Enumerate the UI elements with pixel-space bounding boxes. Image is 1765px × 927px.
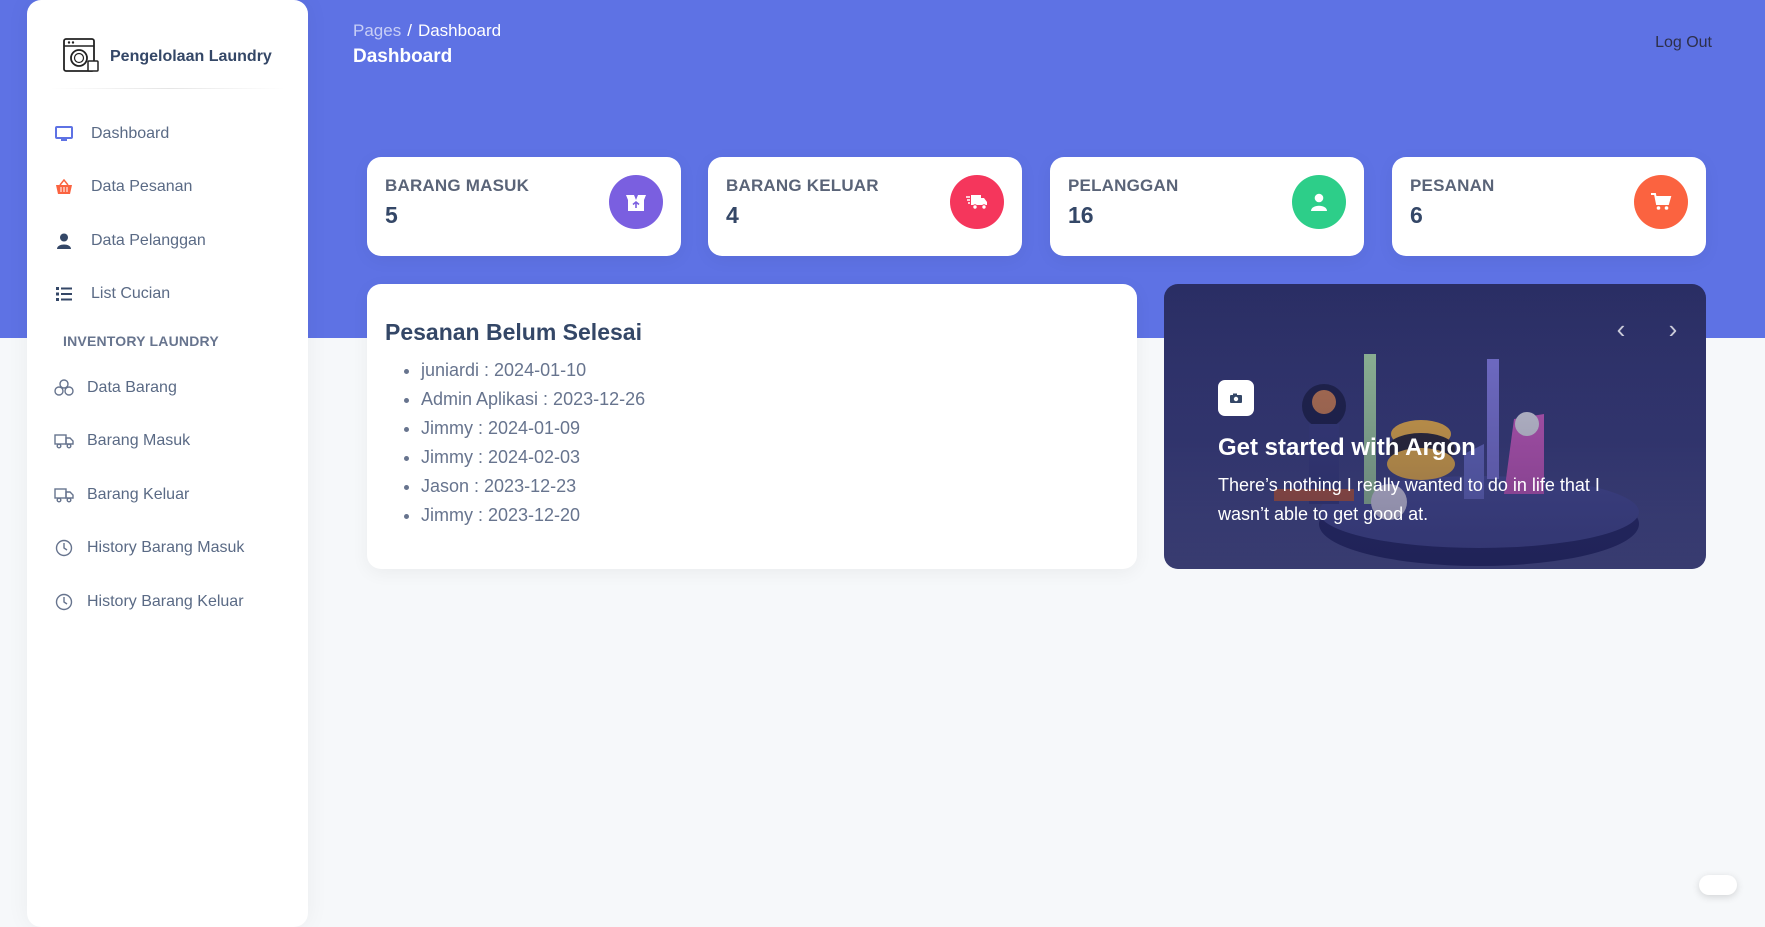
list-item: Jimmy : 2024-01-09 <box>421 414 1119 443</box>
breadcrumb-separator: / <box>407 21 412 40</box>
monitor-icon <box>53 123 75 145</box>
list-item: juniardi : 2024-01-10 <box>421 356 1119 385</box>
cart-icon <box>1634 175 1688 229</box>
box-open-icon <box>609 175 663 229</box>
carousel-prev-button[interactable]: ‹ <box>1606 314 1636 344</box>
user-icon <box>53 230 75 252</box>
stat-card-barang-keluar: BARANG KELUAR 4 <box>708 157 1022 256</box>
breadcrumb: Pages / Dashboard <box>353 21 501 41</box>
pending-orders-title: Pesanan Belum Selesai <box>385 319 642 345</box>
sidebar-item-barang-masuk[interactable]: Barang Masuk <box>27 415 308 469</box>
list-icon <box>53 283 75 305</box>
brand-title: Pengelolaan Laundry <box>110 48 272 65</box>
list-item: Admin Aplikasi : 2023-12-26 <box>421 385 1119 414</box>
floating-toggle-button[interactable] <box>1699 875 1737 895</box>
sidebar-item-label: Barang Masuk <box>87 432 191 450</box>
sidebar-inventory-nav: Data Barang Barang Masuk Barang Keluar H… <box>27 361 308 629</box>
brand[interactable]: Pengelolaan Laundry <box>27 0 308 88</box>
sidebar-item-label: Data Pelanggan <box>91 231 206 249</box>
sidebar-item-label: History Barang Keluar <box>87 592 244 610</box>
carousel-next-button[interactable]: › <box>1658 314 1688 344</box>
sidebar-item-label: Barang Keluar <box>87 485 190 503</box>
sidebar: Pengelolaan Laundry Dashboard Data Pesan… <box>27 0 308 927</box>
carousel-text: There’s nothing I really wanted to do in… <box>1218 475 1600 524</box>
basket-icon <box>53 176 75 198</box>
delivery-truck-icon <box>950 175 1004 229</box>
page-title: Dashboard <box>353 46 453 67</box>
clock-icon <box>53 591 75 613</box>
sidebar-nav: Dashboard Data Pesanan Data Pelanggan Li… <box>27 89 308 321</box>
sidebar-item-history-barang-masuk[interactable]: History Barang Masuk <box>27 522 308 576</box>
stat-card-barang-masuk: BARANG MASUK 5 <box>367 157 681 256</box>
clock-icon <box>53 537 75 559</box>
logout-link[interactable]: Log Out <box>1655 34 1712 52</box>
washing-machine-icon <box>62 37 100 78</box>
sidebar-section-title: INVENTORY LAUNDRY <box>63 333 219 349</box>
stat-card-pesanan: PESANAN 6 <box>1392 157 1706 256</box>
list-item: Jimmy : 2023-12-20 <box>421 501 1119 530</box>
sidebar-item-label: Data Pesanan <box>91 178 193 196</box>
sidebar-item-data-pesanan[interactable]: Data Pesanan <box>27 161 308 215</box>
carousel-title: Get started with Argon <box>1218 434 1476 461</box>
pending-orders-list: juniardi : 2024-01-10 Admin Aplikasi : 2… <box>385 356 1119 530</box>
user-icon <box>1292 175 1346 229</box>
sidebar-item-barang-keluar[interactable]: Barang Keluar <box>27 468 308 522</box>
truck-icon <box>53 484 75 506</box>
camera-icon <box>1218 380 1254 416</box>
list-item: Jason : 2023-12-23 <box>421 472 1119 501</box>
sidebar-item-history-barang-keluar[interactable]: History Barang Keluar <box>27 575 308 629</box>
sidebar-item-list-cucian[interactable]: List Cucian <box>27 268 308 322</box>
sidebar-item-label: Data Barang <box>87 378 177 396</box>
sidebar-item-data-pelanggan[interactable]: Data Pelanggan <box>27 214 308 268</box>
sidebar-item-label: History Barang Masuk <box>87 539 245 557</box>
stat-card-pelanggan: PELANGGAN 16 <box>1050 157 1364 256</box>
breadcrumb-root[interactable]: Pages <box>353 21 401 40</box>
sidebar-item-label: Dashboard <box>91 124 170 142</box>
breadcrumb-current: Dashboard <box>417 21 502 40</box>
boxes-icon <box>53 377 75 399</box>
sidebar-item-label: List Cucian <box>91 285 171 303</box>
sidebar-item-data-barang[interactable]: Data Barang <box>27 361 308 415</box>
sidebar-item-dashboard[interactable]: Dashboard <box>27 107 308 161</box>
truck-icon <box>53 430 75 452</box>
list-item: Jimmy : 2024-02-03 <box>421 443 1119 472</box>
carousel[interactable]: ‹ › Get started with Argon There’s nothi… <box>1164 284 1706 569</box>
pending-orders-card: Pesanan Belum Selesai juniardi : 2024-01… <box>367 284 1137 569</box>
